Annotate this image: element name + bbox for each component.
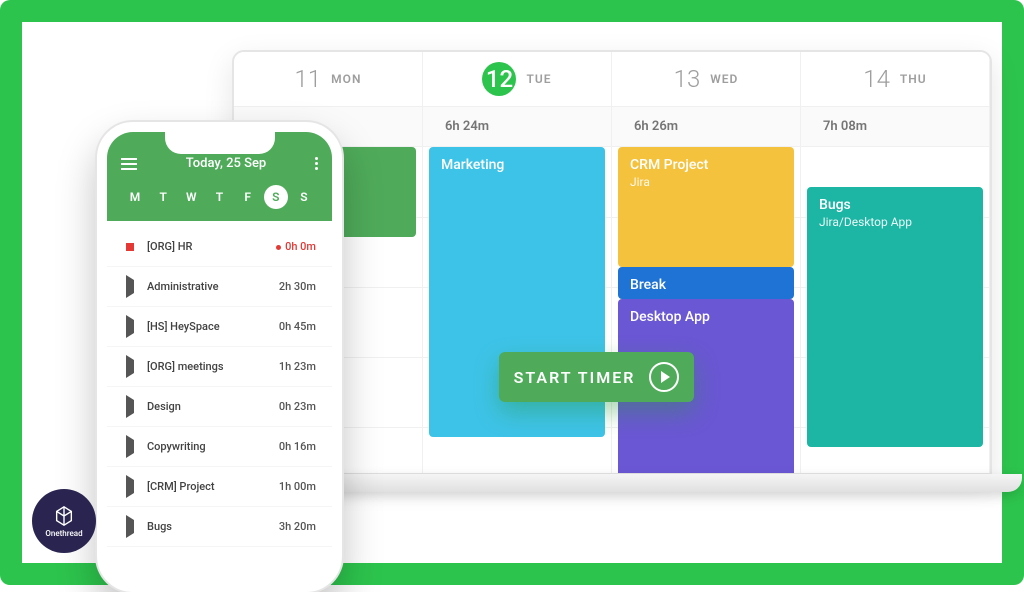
event-title: Break xyxy=(630,277,782,293)
weekday[interactable]: T xyxy=(151,185,175,209)
event-title: Marketing xyxy=(441,157,593,173)
task-time: 0h 0m xyxy=(276,240,316,253)
calendar-event[interactable]: CRM Project Jira xyxy=(618,147,794,267)
task-time: 2h 30m xyxy=(279,280,316,293)
menu-icon[interactable] xyxy=(121,158,137,170)
phone-title: Today, 25 Sep xyxy=(186,156,267,171)
day-total: 6h 26m xyxy=(612,107,801,146)
day-total: 6h 24m xyxy=(423,107,612,146)
day-header[interactable]: 14 THU xyxy=(801,52,990,106)
day-column: CRM Project Jira Break Desktop App xyxy=(612,147,801,475)
task-time: 0h 16m xyxy=(279,440,316,453)
task-row[interactable]: [HS] HeySpace 0h 45m xyxy=(107,307,332,347)
play-icon[interactable] xyxy=(123,320,137,333)
task-time: 0h 45m xyxy=(279,320,316,333)
task-time: 0h 23m xyxy=(279,400,316,413)
task-row[interactable]: Design 0h 23m xyxy=(107,387,332,427)
start-timer-label: START TIMER xyxy=(514,368,636,387)
calendar-event[interactable]: Bugs Jira/Desktop App xyxy=(807,187,983,447)
task-time: 3h 20m xyxy=(279,520,316,533)
day-total: 7h 08m xyxy=(801,107,990,146)
event-title: Desktop App xyxy=(630,309,782,325)
event-title: Bugs xyxy=(819,197,971,213)
task-row[interactable]: Copywriting 0h 16m xyxy=(107,427,332,467)
task-label: Administrative xyxy=(147,280,279,293)
event-title: CRM Project xyxy=(630,157,782,173)
day-column: Marketing xyxy=(423,147,612,475)
play-icon xyxy=(649,362,679,392)
task-row[interactable]: [ORG] HR 0h 0m xyxy=(107,227,332,267)
task-label: [ORG] HR xyxy=(147,240,276,253)
day-header[interactable]: 13 WED xyxy=(612,52,801,106)
weekday[interactable]: T xyxy=(207,185,231,209)
play-icon[interactable] xyxy=(123,280,137,293)
day-column: Bugs Jira/Desktop App xyxy=(801,147,990,475)
cube-icon xyxy=(53,505,75,527)
play-icon[interactable] xyxy=(123,400,137,413)
stop-icon[interactable] xyxy=(123,243,137,251)
day-number: 11 xyxy=(295,65,322,93)
task-list: [ORG] HR 0h 0m Administrative 2h 30m [HS… xyxy=(107,221,332,553)
task-label: Copywriting xyxy=(147,440,279,453)
task-row[interactable]: Bugs 3h 20m xyxy=(107,507,332,547)
start-timer-button[interactable]: START TIMER xyxy=(499,352,694,402)
task-label: [HS] HeySpace xyxy=(147,320,279,333)
play-icon[interactable] xyxy=(123,520,137,533)
task-row[interactable]: Administrative 2h 30m xyxy=(107,267,332,307)
phone-device: Today, 25 Sep MTWTFSS [ORG] HR 0h 0m Adm… xyxy=(97,122,342,592)
play-icon[interactable] xyxy=(123,440,137,453)
weekday[interactable]: S xyxy=(264,185,288,209)
event-subtitle: Jira/Desktop App xyxy=(819,215,971,229)
day-name: MON xyxy=(331,72,361,86)
task-label: [CRM] Project xyxy=(147,480,279,493)
task-row[interactable]: [CRM] Project 1h 00m xyxy=(107,467,332,507)
onethread-logo: Onethread xyxy=(32,489,96,553)
phone-notch xyxy=(165,132,275,154)
play-icon[interactable] xyxy=(123,360,137,373)
task-row[interactable]: [ORG] meetings 1h 23m xyxy=(107,347,332,387)
weekday[interactable]: S xyxy=(292,185,316,209)
day-number: 13 xyxy=(674,65,701,93)
day-number: 14 xyxy=(863,65,890,93)
task-label: [ORG] meetings xyxy=(147,360,279,373)
day-header[interactable]: 11 MON xyxy=(234,52,423,106)
calendar-header: 11 MON12 TUE13 WED14 THU xyxy=(234,52,990,107)
weekday[interactable]: F xyxy=(236,185,260,209)
day-number: 12 xyxy=(482,62,516,96)
calendar-totals-row: 6h 18m6h 24m6h 26m7h 08m xyxy=(234,107,990,147)
weekday-row: MTWTFSS xyxy=(121,185,318,209)
day-header[interactable]: 12 TUE xyxy=(423,52,612,106)
laptop-screen: 11 MON12 TUE13 WED14 THU 6h 18m6h 24m6h … xyxy=(232,50,992,475)
green-frame: 11 MON12 TUE13 WED14 THU 6h 18m6h 24m6h … xyxy=(0,0,1024,585)
more-icon[interactable] xyxy=(315,157,318,170)
day-name: TUE xyxy=(526,72,551,86)
task-label: Bugs xyxy=(147,520,279,533)
logo-text: Onethread xyxy=(45,529,82,538)
play-icon[interactable] xyxy=(123,480,137,493)
day-name: THU xyxy=(900,72,927,86)
event-subtitle: Jira xyxy=(630,175,782,189)
weekday[interactable]: M xyxy=(123,185,147,209)
day-name: WED xyxy=(710,72,738,86)
weekday[interactable]: W xyxy=(179,185,203,209)
task-time: 1h 00m xyxy=(279,480,316,493)
task-label: Design xyxy=(147,400,279,413)
calendar-event[interactable]: Break xyxy=(618,267,794,299)
calendar-body: rainingMarketingCRM ProjectJiraBreakDesk… xyxy=(234,147,990,475)
task-time: 1h 23m xyxy=(279,360,316,373)
